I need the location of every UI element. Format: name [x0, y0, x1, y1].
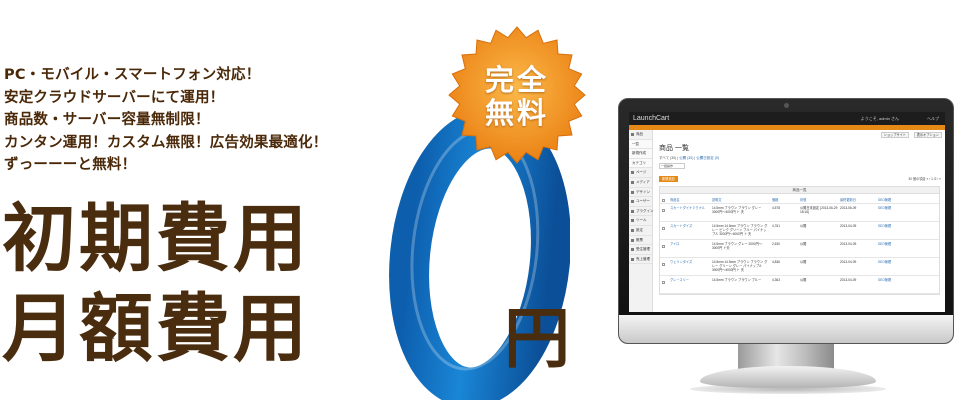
admin-screen: LaunchCart ようこそ, admin さん ヘルプ 商品 一覧 新規作成…	[629, 112, 945, 312]
sidebar-item-sales[interactable]: 売上管理	[629, 255, 652, 265]
filter-published[interactable]: 公開 (30)	[679, 156, 693, 160]
table-row[interactable]: アイロ 14.5mm ブラウン グレー 2000円〜3000円 ト天 2,630 公開…	[660, 240, 939, 258]
cell-seo[interactable]: SEO管理	[878, 242, 891, 246]
col-seo[interactable]: SEO管理	[878, 198, 891, 202]
camera-icon	[784, 103, 789, 108]
select-all-checkbox[interactable]	[662, 199, 665, 202]
col-desc[interactable]: 説明文	[712, 198, 722, 202]
cell-name[interactable]: スカートダイズ	[670, 224, 692, 228]
cell-date: 2013-04-09	[840, 242, 857, 246]
col-date[interactable]: 最終更新日	[840, 198, 856, 202]
badge-line-1: 完全	[484, 63, 549, 97]
feature-item: ずっーーーと無料！	[4, 157, 137, 173]
row-checkbox[interactable]	[662, 263, 665, 266]
help-link[interactable]: ヘルプ	[927, 112, 939, 125]
table-row[interactable]: ウェリンタイズ 14.5mm 14.5mm ブラウン ブラウン グレー グリーン …	[660, 258, 939, 276]
cell-name[interactable]: スカートダイナミクナル	[670, 206, 705, 210]
cell-date: 2013-04-09	[840, 278, 857, 282]
pagination[interactable]: 30 個の項目 « ‹ 1 /2 › »	[908, 176, 941, 181]
bulk-action-select[interactable]: 一括操作	[659, 163, 685, 169]
cell-price: 4,761	[772, 224, 780, 228]
table-caption: 商品一覧	[660, 187, 939, 194]
cell-desc: 14.5mm 14.5mm ブラウン ブラウン グレー ピンク グリーン ブルー…	[712, 224, 768, 236]
sidebar-item-media[interactable]: メディア	[629, 178, 652, 188]
cell-status: 公開	[800, 224, 807, 228]
cell-date: 2013-06-09	[840, 206, 857, 210]
col-price[interactable]: 価格	[772, 198, 778, 202]
cell-desc: 14.5mm ブラウン ブラウン ブルー	[712, 278, 762, 282]
table-row[interactable]: スカートダイズ 14.5mm 14.5mm ブラウン ブラウン グレー ピンク グ…	[660, 222, 939, 240]
price-amount: 0	[380, 108, 390, 112]
cell-status: 公開	[800, 242, 807, 246]
feature-item: PC・モバイル・スマートフォン対応！	[4, 67, 261, 83]
sidebar-item-category[interactable]: カテゴリ	[629, 158, 652, 169]
monitor-chin	[619, 315, 953, 343]
cell-date: 2013-04-09	[840, 224, 857, 228]
sidebar-item-new[interactable]: 新規作成	[629, 149, 652, 159]
product-table: 商品一覧 商品名 説明文 価格 状態 最終更新日 SEO管理 スカートダイナミク…	[659, 186, 940, 295]
cell-price: 4,578	[772, 206, 780, 210]
sidebar-item-pages[interactable]: ページ	[629, 168, 652, 178]
row-checkbox[interactable]	[662, 245, 665, 248]
app-name: LaunchCart	[633, 115, 670, 122]
price-unit: 円	[504, 300, 570, 377]
feature-item: カンタン運用！カスタム無限！広告効果最適化！	[4, 134, 328, 151]
feature-list: PC・モバイル・スマートフォン対応！ 安定クラウドサーバーにて運用！ 商品数・サ…	[4, 64, 327, 177]
table-row[interactable]: スカートダイナミクナル 14.5mm ブラウン ブラウン グレー 3000円〜40…	[660, 204, 939, 222]
cell-status: 公開	[800, 278, 807, 282]
cell-seo[interactable]: SEO管理	[878, 260, 891, 264]
display-options-button[interactable]: 表示オプション	[913, 132, 942, 138]
filter-all[interactable]: すべて (30)	[659, 156, 676, 160]
headline-monthly-cost: 月額費用	[2, 286, 310, 372]
add-new-button[interactable]: 新規追加	[659, 176, 678, 182]
badge-line-2: 無料	[484, 96, 549, 130]
sidebar-item-plugins[interactable]: プラグイン	[629, 207, 654, 217]
headline-initial-cost: 初期費用	[2, 196, 310, 282]
cell-desc: 14.5mm ブラウン ブラウン グレー 3000円〜4000円 ト 天	[712, 206, 762, 214]
free-badge: 完全 無料	[448, 26, 586, 164]
table-header: 商品名 説明文 価格 状態 最終更新日 SEO管理	[660, 194, 939, 204]
cell-desc: 14.5mm ブラウン グレー 2000円〜3000円 ト天	[712, 242, 762, 250]
filter-unpublished[interactable]: 公開日設定 (0)	[696, 156, 719, 160]
sidebar-item-tools[interactable]: ツール	[629, 216, 652, 226]
cell-desc: 14.5mm 14.5mm ブラウン ブラウン グレー グリーン グレー パイナ…	[712, 260, 768, 272]
cell-date: 2013-04-09	[840, 260, 857, 264]
cell-status: 公開日未設定 (2013-06-29 18:16)	[800, 206, 838, 214]
sidebar-item-users[interactable]: ユーザー	[629, 197, 652, 207]
stand-base	[700, 366, 876, 388]
cell-seo[interactable]: SEO管理	[878, 278, 891, 282]
cell-name[interactable]: アイロ	[670, 242, 679, 246]
cell-price: 2,630	[772, 242, 780, 246]
row-checkbox[interactable]	[662, 281, 665, 284]
cell-name[interactable]: ウェリンタイズ	[670, 260, 692, 264]
sidebar-item-forms[interactable]: 帳票	[629, 236, 652, 246]
cell-price: 4,363	[772, 278, 780, 282]
cell-price: 4,836	[772, 260, 780, 264]
sidebar-item-products[interactable]: 商品	[629, 130, 652, 140]
sidebar-item-design[interactable]: デザイン	[629, 188, 652, 198]
table-row[interactable]: グレースリー 14.5mm ブラウン ブラウン ブルー 4,363 公開 2013-04…	[660, 276, 939, 294]
col-name[interactable]: 商品名	[670, 198, 680, 202]
col-status[interactable]: 状態	[800, 198, 806, 202]
sidebar-item-list[interactable]: 一覧	[629, 139, 652, 150]
admin-topbar: LaunchCart ようこそ, admin さん ヘルプ	[629, 112, 945, 125]
status-filter: すべて (30) | 公開 (30) | 公開日設定 (0)	[659, 156, 719, 160]
feature-item: 安定クラウドサーバーにて運用！	[4, 89, 225, 106]
cell-seo[interactable]: SEO管理	[878, 206, 891, 210]
cell-name[interactable]: グレースリー	[670, 278, 689, 282]
row-checkbox[interactable]	[662, 227, 665, 230]
cell-status: 公開	[800, 260, 807, 264]
shop-site-button[interactable]: ショップサイト	[880, 132, 909, 138]
sidebar-item-settings[interactable]: 設定	[629, 226, 652, 236]
admin-main: ショップサイト 表示オプション 商品 一覧 すべて (30) | 公開 (30)…	[656, 130, 945, 312]
monitor-frame: LaunchCart ようこそ, admin さん ヘルプ 商品 一覧 新規作成…	[618, 98, 954, 344]
feature-item: 商品数・サーバー容量無制限！	[4, 112, 210, 128]
admin-sidebar: 商品 一覧 新規作成 カテゴリ ページ メディア デザイン ユーザー プラグイン…	[629, 130, 654, 312]
user-greeting[interactable]: ようこそ, admin さん	[861, 112, 899, 125]
cell-seo[interactable]: SEO管理	[878, 224, 891, 228]
sidebar-item-orders[interactable]: 受注管理	[629, 245, 652, 255]
page-title: 商品 一覧	[659, 145, 689, 152]
row-checkbox[interactable]	[662, 209, 665, 212]
